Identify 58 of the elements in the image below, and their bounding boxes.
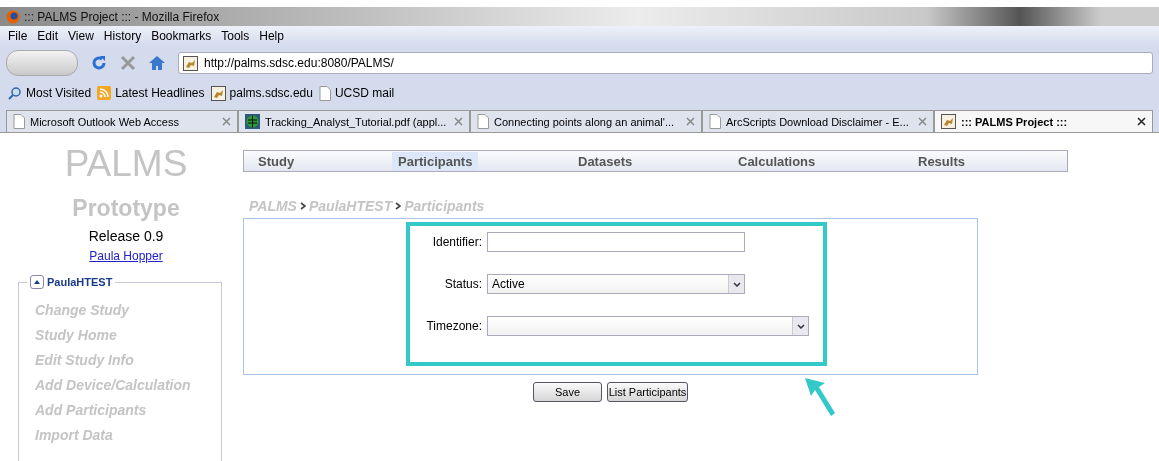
nav-tab[interactable]: Results: [912, 151, 971, 171]
menu-item[interactable]: History: [103, 29, 142, 43]
bookmark-item[interactable]: UCSD mail: [318, 85, 395, 101]
menu-item[interactable]: File: [8, 29, 28, 43]
close-icon[interactable]: [1137, 117, 1146, 126]
home-icon[interactable]: [148, 55, 166, 71]
menu-item[interactable]: Tools: [221, 29, 250, 43]
nav-tab[interactable]: Datasets: [572, 151, 639, 171]
field-label: Identifier:: [431, 235, 483, 249]
feed-icon: [97, 86, 112, 100]
back-forward-button[interactable]: [6, 50, 78, 76]
stop-icon[interactable]: [120, 55, 136, 71]
app-logo: PALMS: [64, 143, 188, 185]
browser-tab[interactable]: Tracking_Analyst_Tutorial.pdf (appl...: [238, 110, 470, 132]
select-field[interactable]: Active: [487, 274, 745, 294]
chevron-icon: [299, 202, 306, 210]
nav-tab[interactable]: Calculations: [732, 151, 822, 171]
field-label: Timezone:: [425, 319, 483, 333]
browser-tab[interactable]: ArcScripts Download Disclaimer - E...: [702, 110, 934, 132]
study-name: PaulaHTEST: [47, 276, 113, 288]
menu-item[interactable]: Edit: [37, 29, 59, 43]
app-subtitle: Prototype: [72, 195, 180, 222]
release-label: Release 0.9: [88, 228, 164, 244]
document-icon: [318, 85, 331, 101]
input-field[interactable]: [487, 232, 745, 252]
reload-icon[interactable]: [90, 54, 108, 72]
globe-icon: [245, 114, 260, 129]
animal-icon: [183, 55, 198, 71]
select-field[interactable]: [487, 316, 809, 336]
animal-icon: [941, 114, 956, 129]
animal-icon: [210, 85, 226, 101]
document-icon: [13, 114, 25, 129]
caret-icon: [732, 281, 741, 287]
form-button[interactable]: Save: [533, 382, 602, 402]
menu-item[interactable]: View: [68, 29, 94, 43]
user-link[interactable]: Paula Hopper: [89, 249, 163, 263]
menu-item[interactable]: Bookmarks: [151, 29, 212, 43]
form-button[interactable]: List Participants: [607, 382, 688, 402]
collapse-button[interactable]: [30, 275, 44, 289]
window-title: ::: PALMS Project ::: - Mozilla Firefox: [24, 9, 220, 24]
browser-tab[interactable]: Microsoft Outlook Web Access: [6, 110, 238, 132]
caret-icon: [796, 323, 805, 329]
document-icon: [477, 114, 489, 129]
triangle-up-icon: [34, 280, 40, 284]
nav-tab[interactable]: Participants: [392, 151, 479, 171]
bookmark-item[interactable]: Latest Headlines: [97, 86, 205, 100]
nav-tab[interactable]: Study: [252, 151, 301, 171]
bookmark-item[interactable]: palms.sdsc.edu: [210, 85, 313, 101]
menu-item[interactable]: Help: [259, 29, 284, 43]
browser-tab[interactable]: Connecting points along an animal'...: [470, 110, 702, 132]
address-field[interactable]: http://palms.sdsc.edu:8080/PALMS/: [178, 52, 1153, 74]
chevron-icon: [395, 202, 402, 210]
browser-tab[interactable]: ::: PALMS Project :::: [934, 110, 1153, 132]
browser-logo-icon: [6, 9, 20, 24]
field-label: Status:: [443, 277, 483, 291]
document-icon: [709, 114, 721, 129]
bookmark-item[interactable]: Most Visited: [8, 86, 92, 100]
search-icon: [8, 86, 22, 100]
